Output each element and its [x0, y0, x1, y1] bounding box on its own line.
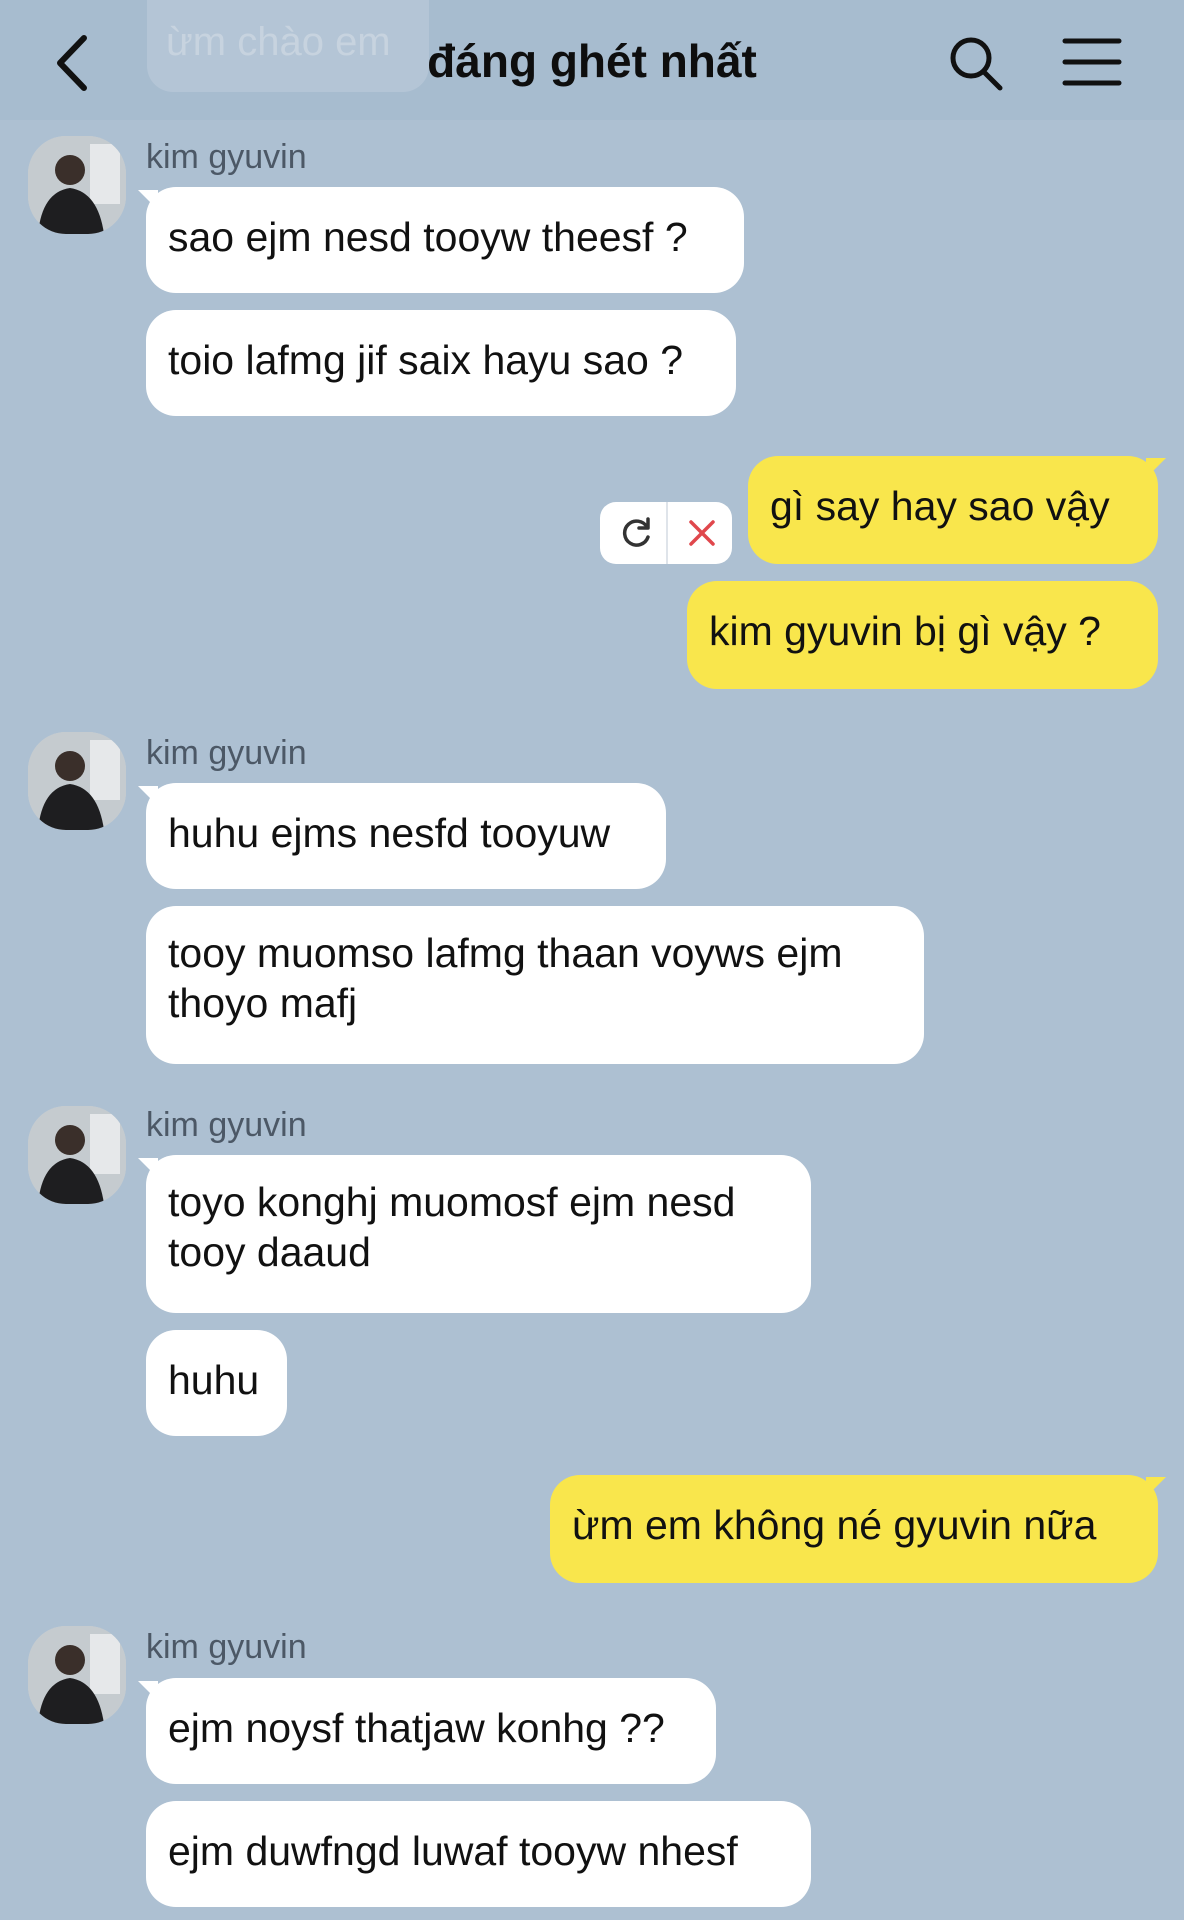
- message-bubble-incoming[interactable]: ejm noysf thatjaw konhg ??: [146, 1678, 716, 1784]
- sender-name: kim gyuvin: [146, 1106, 307, 1144]
- failed-send-actions: [600, 502, 732, 564]
- avatar[interactable]: [28, 1106, 126, 1204]
- message-bubble-incoming[interactable]: huhu ejms nesfd tooyuw: [146, 783, 666, 889]
- message-bubble-outgoing[interactable]: kim gyuvin bị gì vậy ?: [687, 581, 1158, 689]
- divider: [666, 502, 668, 564]
- avatar[interactable]: [28, 136, 126, 234]
- message-bubble-incoming[interactable]: sao ejm nesd tooyw theesf ?: [146, 187, 744, 293]
- sender-name: kim gyuvin: [146, 734, 307, 772]
- hamburger-menu-icon[interactable]: [1062, 36, 1122, 88]
- cancel-icon[interactable]: [684, 515, 720, 551]
- message-bubble-outgoing[interactable]: ừm em không né gyuvin nữa: [550, 1475, 1158, 1583]
- avatar[interactable]: [28, 1626, 126, 1724]
- message-bubble-incoming[interactable]: tooy muomso lafmg thaan voyws ejm thoyo …: [146, 906, 924, 1064]
- avatar[interactable]: [28, 732, 126, 830]
- message-bubble-incoming[interactable]: huhu: [146, 1330, 287, 1436]
- message-bubble-incoming[interactable]: ejm duwfngd luwaf tooyw nhesf: [146, 1801, 811, 1907]
- search-icon[interactable]: [948, 34, 1004, 92]
- message-bubble-incoming[interactable]: toyo konghj muomosf ejm nesd tooy daaud: [146, 1155, 811, 1313]
- sender-name: kim gyuvin: [146, 138, 307, 176]
- retry-icon[interactable]: [618, 515, 654, 551]
- message-bubble-outgoing[interactable]: gì say hay sao vậy: [748, 456, 1158, 564]
- sender-name: kim gyuvin: [146, 1628, 307, 1666]
- chat-title: đáng ghét nhất: [427, 35, 757, 87]
- message-bubble-incoming[interactable]: toio lafmg jif saix hayu sao ?: [146, 310, 736, 416]
- chat-header: ừm chào em đáng ghét nhất: [0, 0, 1184, 120]
